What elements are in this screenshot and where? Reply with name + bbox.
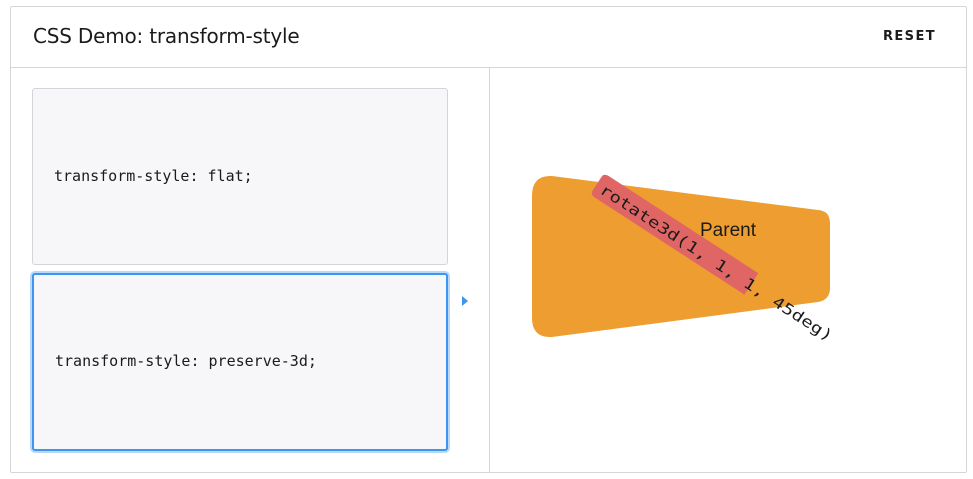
demo-header: CSS Demo: transform-style RESET: [11, 7, 966, 68]
demo-title: CSS Demo: transform-style: [33, 24, 300, 48]
example-code: transform-style: flat;: [54, 167, 253, 185]
example-choice-flat[interactable]: transform-style: flat;: [32, 88, 448, 265]
selected-indicator-icon: [462, 296, 468, 306]
output-preview: Parent rotate3d(1, 1, 1, 45deg): [490, 68, 967, 473]
example-code: transform-style: preserve-3d;: [55, 352, 317, 370]
reset-button[interactable]: RESET: [883, 29, 936, 44]
example-choices: transform-style: flat; transform-style: …: [11, 68, 490, 473]
css-demo-panel: CSS Demo: transform-style RESET transfor…: [10, 6, 967, 473]
example-choice-preserve-3d[interactable]: transform-style: preserve-3d;: [32, 273, 448, 451]
parent-label: Parent: [700, 220, 757, 241]
output-canvas: Parent rotate3d(1, 1, 1, 45deg): [532, 174, 836, 345]
